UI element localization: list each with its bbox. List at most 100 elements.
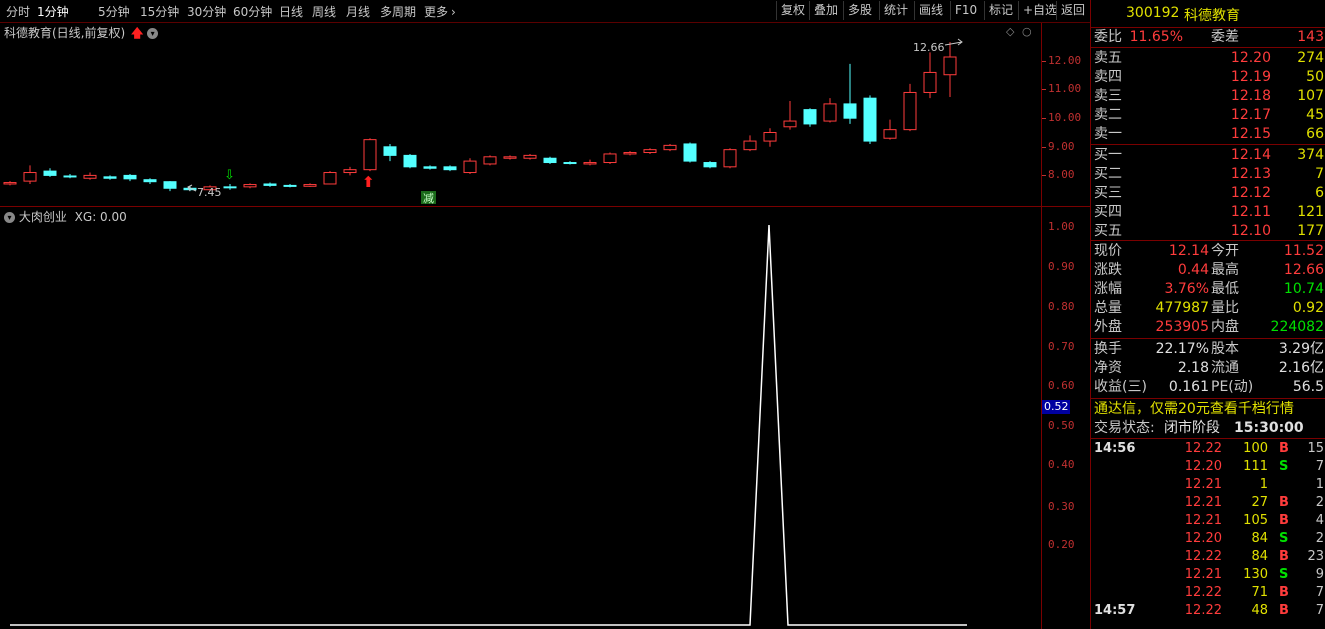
trade-price: 12.21 <box>1184 495 1222 510</box>
trade-row: 12.21 130 S 9 <box>1091 566 1325 584</box>
period-weekly[interactable]: 周线 <box>312 3 336 20</box>
high-price-label: 12.66 <box>913 41 945 54</box>
bid-price: 12.11 <box>1230 204 1271 220</box>
candle <box>683 142 697 163</box>
status-label: 交易状态: <box>1094 420 1155 436</box>
candle <box>3 181 17 186</box>
bid-row: 买四 12.11 121 <box>1091 203 1325 222</box>
f10-button[interactable]: F10 <box>950 1 981 20</box>
overlay-button[interactable]: 叠加 <box>809 1 842 20</box>
bid-level-label: 买二 <box>1094 166 1122 182</box>
candle <box>503 155 517 160</box>
candle-body <box>863 97 877 142</box>
indicator-tick: 0.90 <box>1048 260 1075 273</box>
bid-row: 买三 12.12 6 <box>1091 184 1325 203</box>
trade-time: 14:57 <box>1094 603 1136 618</box>
candlestick-chart[interactable]: 12.66 7.45⇩ ⬆ 减 <box>0 23 1041 206</box>
candle-body <box>163 181 177 189</box>
candle <box>63 173 77 179</box>
indicator-chart[interactable] <box>0 207 1041 629</box>
period-fenshi[interactable]: 分时 <box>6 3 30 20</box>
candle-body <box>923 71 937 93</box>
candle-body <box>583 162 597 165</box>
indicator-tick: 0.30 <box>1048 500 1075 513</box>
weicha-label: 委差 <box>1211 29 1239 45</box>
candle <box>483 155 497 166</box>
ask-row: 卖一 12.15 66 <box>1091 125 1325 144</box>
trade-row: 14:56 12.22 100 B 15 <box>1091 440 1325 458</box>
sell-signal-icon: ⇩ <box>224 168 235 183</box>
add-watchlist-button[interactable]: +自选 <box>1018 1 1061 20</box>
period-monthly[interactable]: 月线 <box>346 3 370 20</box>
period-5min[interactable]: 5分钟 <box>98 3 130 20</box>
period-1min[interactable]: 1分钟 <box>37 3 69 20</box>
stat-label: 现价 <box>1094 243 1122 259</box>
trade-price: 12.20 <box>1184 459 1222 474</box>
period-multi[interactable]: 多周期 <box>380 3 416 20</box>
bid-row: 买二 12.13 7 <box>1091 165 1325 184</box>
period-30min[interactable]: 30分钟 <box>187 3 226 20</box>
stat-value: 477987 <box>1155 300 1209 316</box>
stat-row: 涨跌 0.44 最高 12.66 <box>1091 261 1325 280</box>
indicator-tick: 0.20 <box>1048 538 1075 551</box>
reduce-label: 减 <box>423 192 434 205</box>
stat-value: 10.74 <box>1283 281 1324 297</box>
candle <box>843 63 857 124</box>
stat-label: 最低 <box>1211 281 1239 297</box>
candle-body <box>3 182 17 185</box>
stat-label: 流通 <box>1211 360 1239 376</box>
draw-line-button[interactable]: 画线 <box>914 1 947 20</box>
stat-row: 净资 2.18 流通 2.16亿 <box>1091 359 1325 378</box>
candle-body <box>323 172 337 185</box>
ask-price: 12.19 <box>1230 69 1271 85</box>
trade-volume: 27 <box>1251 495 1268 510</box>
tick-mark <box>1042 118 1046 119</box>
back-button[interactable]: 返回 <box>1056 1 1089 20</box>
trade-count: 2 <box>1315 495 1324 510</box>
low-price-label: 7.45 <box>197 186 222 199</box>
candle-body <box>843 103 857 119</box>
stat-value: 22.17% <box>1155 341 1209 357</box>
candle <box>43 168 57 177</box>
candle-body <box>903 91 917 131</box>
stat-value: 3.29亿 <box>1278 341 1324 357</box>
trade-direction: S <box>1279 459 1289 474</box>
period-daily[interactable]: 日线 <box>279 3 303 20</box>
candle-body <box>303 184 317 187</box>
tick-mark <box>1042 175 1046 176</box>
chevron-right-icon: › <box>451 5 456 19</box>
period-more[interactable]: 更多 › <box>424 3 456 20</box>
period-15min[interactable]: 15分钟 <box>140 3 179 20</box>
candle <box>103 175 117 180</box>
period-60min[interactable]: 60分钟 <box>233 3 272 20</box>
candle-body <box>43 170 57 176</box>
mark-button[interactable]: 标记 <box>984 1 1017 20</box>
multi-stock-button[interactable]: 多股 <box>843 1 876 20</box>
stat-label: 最高 <box>1211 262 1239 278</box>
stat-value: 0.161 <box>1168 379 1209 395</box>
promo-link[interactable]: 通达信，仅需20元查看千档行情 <box>1091 400 1325 419</box>
bid-price: 12.12 <box>1230 185 1271 201</box>
candle-body <box>623 152 637 155</box>
trade-row: 12.22 71 B 7 <box>1091 584 1325 602</box>
stat-label: 涨跌 <box>1094 262 1122 278</box>
fuquan-button[interactable]: 复权 <box>776 1 809 20</box>
candle-body <box>763 132 777 142</box>
stat-value: 11.52 <box>1283 243 1324 259</box>
buy-signal-icon: ⬆ <box>362 173 375 191</box>
candle <box>783 101 797 130</box>
candle-body <box>703 162 717 168</box>
trade-price: 12.20 <box>1184 531 1222 546</box>
trade-count: 23 <box>1307 549 1324 564</box>
bid-level-label: 买三 <box>1094 185 1122 201</box>
candle-body <box>443 166 457 171</box>
statistics-button[interactable]: 统计 <box>879 1 912 20</box>
candle-body <box>943 56 957 76</box>
trade-count: 7 <box>1315 459 1324 474</box>
stock-header: 300192 科德教育 <box>1091 0 1325 27</box>
candle-body <box>143 179 157 183</box>
trade-count: 7 <box>1315 585 1324 600</box>
stat-row: 总量 477987 量比 0.92 <box>1091 299 1325 318</box>
promo-text: 通达信，仅需20元查看千档行情 <box>1094 401 1294 417</box>
stat-label: PE(动) <box>1211 379 1254 395</box>
